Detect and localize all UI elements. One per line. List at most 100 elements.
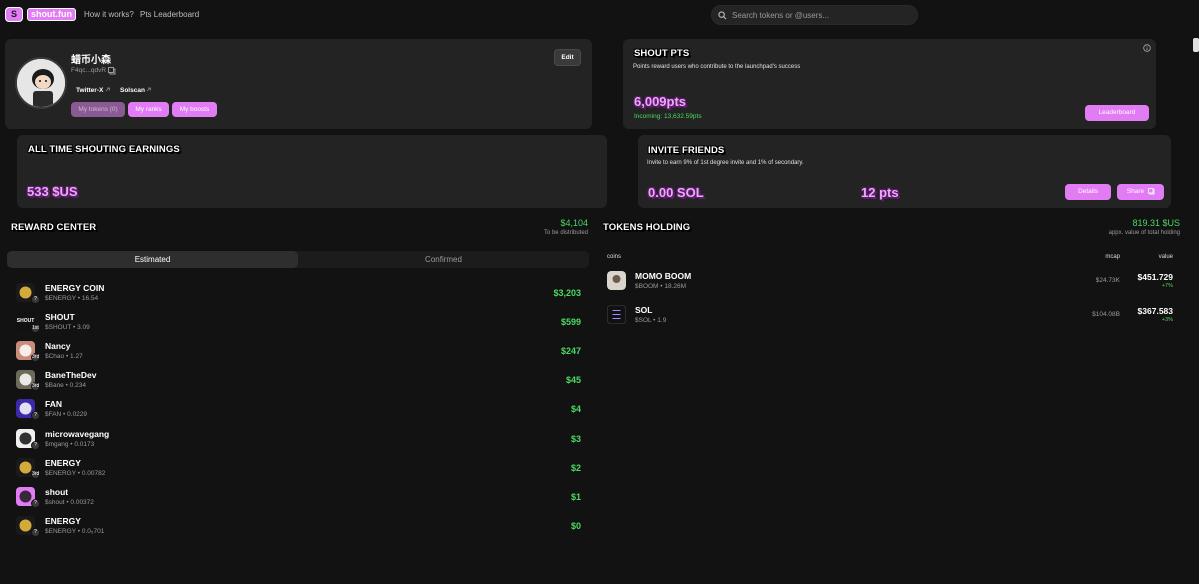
reward-token-name: FAN [45, 399, 62, 410]
shout-pts-subtitle: Points reward users who contribute to th… [633, 64, 801, 70]
reward-center-title: REWARD CENTER [11, 222, 97, 233]
scrollbar-thumb[interactable] [1193, 38, 1199, 52]
reward-token-value: $45 [565, 375, 581, 386]
profile-name: 蜡币小森 [71, 55, 111, 66]
rank-badge: ? [31, 295, 40, 304]
edit-button[interactable]: Edit [554, 49, 581, 66]
search-icon [718, 11, 727, 20]
holding-token-sub: $BOOM • 18.26M [635, 283, 687, 290]
invite-title: INVITE FRIENDS [648, 145, 725, 156]
wallet-address: F4qc...qdvR [71, 67, 107, 74]
link-icon [105, 87, 110, 92]
logo-text[interactable]: shout.fun [27, 8, 76, 21]
column-value: value [1158, 254, 1173, 260]
reward-token-sub: $ENERGY • 0.00782 [45, 469, 106, 477]
reward-token-value: $3 [570, 433, 581, 444]
tab-estimated[interactable]: Estimated [7, 251, 298, 268]
link-icon [146, 87, 151, 92]
social-solscan-link[interactable]: Solscan [120, 87, 145, 94]
shout-pts-panel [623, 39, 1156, 129]
my-boosts-button[interactable]: My boosts [172, 102, 217, 117]
shout-pts-title: SHOUT PTS [634, 48, 690, 59]
avatar[interactable] [15, 57, 67, 109]
reward-token-sub: $Bane • 0.234 [45, 382, 86, 390]
share-label: Share [1126, 188, 1145, 195]
search-input[interactable] [732, 9, 912, 22]
invite-pts-value: 12 pts [861, 185, 899, 200]
rank-badge: ? [31, 440, 40, 450]
holding-icon [607, 271, 626, 290]
shout-pts-value: 6,009pts [634, 94, 687, 109]
rank-badge: ? [31, 498, 40, 508]
earnings-value: 533 $US [27, 184, 78, 199]
reward-tabs: Estimated Confirmed [7, 251, 589, 268]
reward-token-value: $599 [560, 317, 581, 328]
social-twitter-link[interactable]: Twitter-X [76, 87, 103, 94]
holding-change: +3% [1161, 317, 1173, 323]
token-icon-text: SHOUT [16, 318, 35, 325]
rank-badge: ? [31, 527, 40, 537]
tab-confirmed[interactable]: Confirmed [298, 251, 589, 268]
reward-token-value: $2 [570, 462, 581, 473]
reward-total: $4,104 [560, 218, 588, 228]
reward-token-value: $1 [570, 491, 581, 502]
holding-token-name: MOMO BOOM [635, 271, 692, 281]
rank-badge: 3rd [31, 353, 40, 363]
incoming-pts: Incoming: 13,632.59pts [634, 113, 702, 120]
nav-link-pts-leaderboard[interactable]: Pts Leaderboard [140, 10, 199, 19]
rank-badge: 1st [31, 324, 40, 334]
reward-token-value: $4 [570, 404, 581, 415]
nav-link-how-it-works[interactable]: How it works? [84, 10, 134, 19]
reward-token-value: $247 [560, 346, 581, 357]
reward-token-sub: $mgang • 0.0173 [45, 440, 95, 448]
column-mcap: mcap [1105, 254, 1120, 260]
my-ranks-button[interactable]: My ranks [128, 102, 169, 117]
my-tokens-button[interactable]: My tokens (0) [71, 102, 125, 117]
reward-token-name: Nancy [45, 341, 71, 352]
reward-token-sub: $ENERGY • 0.0₅701 [45, 527, 105, 535]
share-icon [1148, 188, 1155, 195]
holding-change: +7% [1161, 283, 1173, 289]
reward-token-name: SHOUT [45, 312, 75, 323]
reward-token-name: ENERGY COIN [45, 283, 105, 293]
reward-token-value: $3,203 [553, 288, 581, 298]
holding-value: $451.729 [1137, 272, 1173, 282]
holding-mcap: $104.08B [1092, 311, 1120, 318]
search-bar [711, 5, 918, 25]
reward-token-name: microwavegang [45, 428, 110, 439]
reward-total-caption: To be distributed [543, 230, 588, 236]
top-nav: S shout.fun How it works? Pts Leaderboar… [0, 0, 1199, 30]
holding-icon [607, 305, 626, 324]
copy-icon[interactable] [108, 67, 116, 75]
earnings-title: ALL TIME SHOUTING EARNINGS [28, 144, 180, 155]
info-icon[interactable] [1143, 44, 1151, 52]
reward-token-value: $0 [570, 520, 581, 531]
rank-badge: 3rd [31, 382, 40, 392]
sol-logo-icon [607, 305, 626, 324]
reward-token-name: shout [45, 486, 69, 497]
reward-token-name: BaneTheDev [45, 370, 97, 381]
token-logo-icon [607, 271, 626, 290]
reward-token-sub: $Chao • 1.27 [45, 353, 83, 361]
holdings-total-caption: appx. value of total holding [1108, 230, 1180, 236]
reward-token-sub: $SHOUT • 3.09 [45, 324, 90, 332]
holding-token-sub: $SOL • 1.9 [635, 317, 667, 324]
reward-token-name: ENERGY [45, 515, 81, 526]
rank-badge: ? [31, 411, 40, 421]
share-button[interactable]: Share [1117, 184, 1164, 200]
invite-subtitle: Invite to earn 9% of 1st degree invite a… [647, 160, 804, 166]
holding-token-name: SOL [635, 305, 653, 315]
logo-icon[interactable]: S [5, 7, 23, 22]
holding-mcap: $24.73K [1095, 277, 1120, 284]
holdings-total: 819.31 $US [1132, 218, 1180, 228]
invite-sol-value: 0.00 SOL [648, 185, 704, 200]
rank-badge: 3rd [31, 469, 40, 479]
reward-token-sub: $ENERGY • 16.54 [45, 295, 99, 302]
column-coins: coins [607, 254, 622, 260]
reward-token-sub: $shout • 0.00372 [45, 498, 94, 506]
reward-token-name: ENERGY [45, 457, 81, 468]
holding-value: $367.583 [1137, 306, 1173, 316]
details-button[interactable]: Details [1065, 184, 1111, 200]
reward-token-sub: $FAN • 0.0229 [45, 411, 88, 419]
leaderboard-button[interactable]: Leaderboard [1085, 105, 1149, 121]
